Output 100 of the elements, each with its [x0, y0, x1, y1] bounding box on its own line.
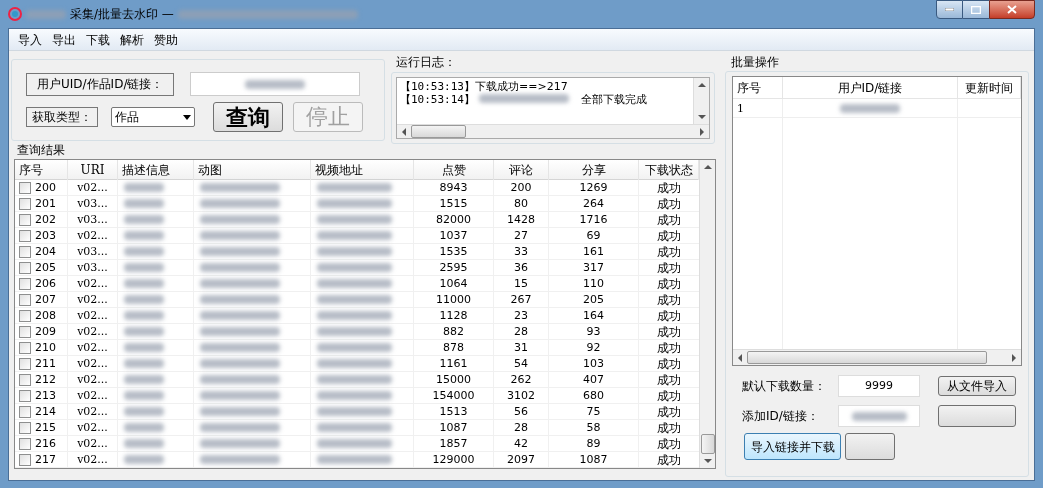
table-cell: v02...: [68, 324, 118, 339]
button[interactable]: [845, 433, 895, 460]
column-header[interactable]: 评论: [494, 160, 549, 180]
checkbox[interactable]: [19, 181, 31, 194]
redacted-text: [245, 79, 306, 89]
scrollbar[interactable]: [397, 124, 709, 138]
dropdown-arrow-icon: [183, 114, 191, 120]
checkbox[interactable]: [19, 373, 31, 386]
table-cell: 202: [35, 211, 56, 228]
menu-item[interactable]: 赞助: [149, 30, 183, 49]
table-cell: 82000: [414, 212, 494, 227]
query-button[interactable]: 查询: [213, 102, 283, 132]
checkbox[interactable]: [19, 261, 31, 274]
results-title: 查询结果: [17, 143, 66, 157]
checkbox[interactable]: [19, 213, 31, 226]
table-cell: 2595: [414, 260, 494, 275]
table-cell: 54: [494, 356, 549, 371]
menu-item[interactable]: 导入: [13, 30, 47, 49]
column-header[interactable]: 序号: [15, 160, 68, 180]
uid-input-field[interactable]: [190, 72, 361, 96]
scroll-thumb[interactable]: [747, 351, 987, 364]
column-header[interactable]: 动图: [194, 160, 311, 180]
scroll-down-icon[interactable]: [697, 114, 706, 120]
menu-item[interactable]: 解析: [115, 30, 149, 49]
import-download-button[interactable]: 导入链接并下载: [744, 433, 841, 460]
checkbox[interactable]: [19, 229, 31, 242]
table-cell: 33: [494, 244, 549, 259]
checkbox[interactable]: [19, 341, 31, 354]
log-time: 【10:53:13】: [400, 80, 475, 93]
checkbox[interactable]: [19, 437, 31, 450]
scroll-up-icon[interactable]: [697, 82, 706, 88]
table-cell-text: 成功: [656, 420, 682, 435]
menu-item[interactable]: 导出: [47, 30, 81, 49]
scrollbar[interactable]: [693, 78, 709, 124]
close-button[interactable]: [989, 0, 1035, 19]
table-cell: 8943: [414, 180, 494, 195]
table-cell: 1269: [549, 180, 639, 195]
scroll-left-icon[interactable]: [401, 127, 407, 136]
table-cell: 264: [549, 196, 639, 211]
scroll-right-icon[interactable]: [699, 127, 705, 136]
checkbox[interactable]: [19, 421, 31, 434]
minimize-button[interactable]: [936, 0, 963, 19]
column-header[interactable]: 点赞: [414, 160, 494, 180]
column-header[interactable]: 描述信息: [118, 160, 194, 180]
table-cell: 1087: [549, 452, 639, 467]
scroll-up-icon[interactable]: [703, 164, 712, 170]
table-cell: v03...: [68, 260, 118, 275]
table-cell: 211: [35, 355, 56, 372]
table-cell: 28: [494, 420, 549, 435]
checkbox[interactable]: [19, 293, 31, 306]
table-cell: 1513: [414, 404, 494, 419]
checkbox[interactable]: [19, 325, 31, 338]
table-cell: 2097: [494, 452, 549, 467]
import-file-button[interactable]: 从文件导入: [938, 376, 1016, 396]
type-dropdown[interactable]: 作品: [111, 107, 195, 127]
table-cell-text: 成功: [656, 452, 682, 467]
table-cell: 1087: [414, 420, 494, 435]
scrollbar[interactable]: [733, 349, 1021, 365]
checkbox[interactable]: [19, 309, 31, 322]
table-cell: 200: [494, 180, 549, 195]
uid-label: 用户UID/作品ID/链接：: [26, 72, 175, 96]
table-cell: 205: [549, 292, 639, 307]
scroll-right-icon[interactable]: [1011, 353, 1017, 362]
scrollbar[interactable]: [699, 160, 715, 468]
add-button[interactable]: [938, 405, 1016, 427]
table-cell-text: 成功: [656, 340, 682, 355]
table-cell: v03...: [68, 196, 118, 211]
table-cell-text: 成功: [656, 356, 682, 371]
table-cell: 267: [494, 292, 549, 307]
column-header[interactable]: 视频地址: [311, 160, 414, 180]
checkbox[interactable]: [19, 405, 31, 418]
column-header[interactable]: 序号: [733, 77, 783, 98]
checkbox[interactable]: [19, 357, 31, 370]
scroll-left-icon[interactable]: [737, 353, 743, 362]
count-input-field[interactable]: 9999: [838, 375, 920, 397]
redacted-text: [124, 343, 164, 352]
table-cell: v02...: [68, 340, 118, 355]
table-cell: v02...: [68, 436, 118, 451]
table-cell: 129000: [414, 452, 494, 467]
column-header[interactable]: 用户ID/链接: [783, 77, 958, 98]
checkbox[interactable]: [19, 277, 31, 290]
table-cell: 205: [35, 259, 56, 276]
checkbox[interactable]: [19, 197, 31, 210]
table-cell-text: 成功: [656, 324, 682, 339]
checkbox[interactable]: [19, 453, 31, 466]
column-header[interactable]: 更新时间: [958, 77, 1021, 98]
redacted-text: [124, 439, 164, 448]
checkbox[interactable]: [19, 245, 31, 258]
column-header[interactable]: 分享: [549, 160, 639, 180]
checkbox[interactable]: [19, 389, 31, 402]
table-cell-text: 成功: [656, 212, 682, 227]
scroll-down-icon[interactable]: [703, 458, 712, 464]
scroll-thumb[interactable]: [700, 434, 715, 454]
column-header[interactable]: URI: [68, 160, 118, 180]
table-cell: 154000: [414, 388, 494, 403]
menu-item[interactable]: 下载: [81, 30, 115, 49]
maximize-button[interactable]: [963, 0, 989, 19]
add-input-field[interactable]: [838, 405, 920, 427]
scroll-thumb[interactable]: [411, 125, 466, 138]
table-cell: 164: [549, 308, 639, 323]
